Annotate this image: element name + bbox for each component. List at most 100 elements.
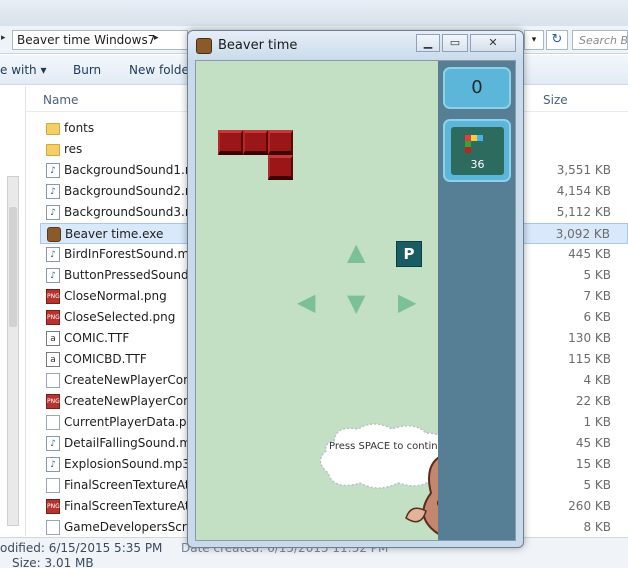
new-folder-button[interactable]: New folder — [129, 63, 194, 77]
file-size: 5 KB — [583, 478, 611, 492]
file-size: 8 KB — [583, 520, 611, 534]
pause-label: P — [403, 245, 415, 263]
folder-icon — [46, 144, 60, 156]
audio-file-icon: ♪ — [46, 247, 60, 262]
address-dropdown-button[interactable]: ▾ — [524, 30, 544, 50]
file-size: 3,092 KB — [555, 227, 610, 241]
file-name: FinalScreenTextureAtlas — [64, 478, 207, 492]
file-name: Beaver time.exe — [65, 227, 164, 241]
chevron-right-icon[interactable]: ▸ — [1, 33, 6, 43]
search-input[interactable]: Search Bi — [572, 30, 628, 50]
file-size: 445 KB — [568, 247, 611, 261]
doc-file-icon — [46, 478, 60, 493]
file-name: CreateNewPlayerContro — [64, 394, 208, 408]
file-size: 3,551 KB — [556, 163, 611, 177]
file-name: fonts — [64, 121, 95, 135]
preview-block — [477, 135, 483, 141]
file-size: 260 KB — [568, 499, 611, 513]
file-name: CloseNormal.png — [64, 289, 167, 303]
file-name: CurrentPlayerData.plist — [64, 415, 205, 429]
file-name: CloseSelected.png — [64, 310, 176, 324]
piece-block — [218, 130, 243, 155]
next-piece-box: 36 — [443, 119, 511, 182]
game-window-titlebar[interactable]: Beaver time ▁ ▭ ✕ — [188, 31, 523, 59]
maximize-icon: ▭ — [449, 36, 461, 49]
column-header-size[interactable]: Size — [543, 93, 568, 107]
file-size: 115 KB — [568, 352, 611, 366]
score-display: 0 — [443, 67, 511, 109]
file-size: 1 KB — [583, 415, 611, 429]
audio-file-icon: ♪ — [46, 457, 60, 472]
nav-scrollbar[interactable] — [7, 176, 19, 526]
audio-file-icon: ♪ — [46, 268, 60, 283]
close-icon: ✕ — [488, 36, 498, 49]
game-window-title: Beaver time — [218, 38, 298, 53]
arrow-left-icon[interactable]: ◀ — [297, 290, 315, 314]
piece-block — [268, 130, 293, 155]
file-size: 5,112 KB — [556, 205, 611, 219]
file-name: BackgroundSound2.mp — [64, 184, 205, 198]
breadcrumb-chevron-icon[interactable]: ▸ — [154, 33, 159, 43]
doc-file-icon — [46, 415, 60, 430]
game-canvas[interactable]: ▲ ◀ ▼ ▶ P Press SPACE to continue 0 36 — [195, 60, 516, 541]
maximize-button[interactable]: ▭ — [442, 34, 468, 52]
side-panel: 0 36 — [438, 61, 515, 540]
minimize-button[interactable]: ▁ — [416, 34, 440, 52]
file-name: BackgroundSound3.mp — [64, 205, 205, 219]
font-file-icon: a — [46, 352, 60, 367]
exe-file-icon — [47, 227, 61, 242]
file-name: BirdInForestSound.mp3 — [64, 247, 205, 261]
arrow-up-icon[interactable]: ▲ — [347, 240, 365, 264]
arrow-right-icon[interactable]: ▶ — [398, 290, 416, 314]
next-piece-preview: 36 — [451, 127, 504, 175]
address-path: Beaver time Windows7 — [17, 33, 156, 47]
date-modified-text: odified: 6/15/2015 5:35 PM — [0, 541, 163, 555]
file-name: COMICBD.TTF — [64, 352, 147, 366]
minimize-icon: ▁ — [423, 36, 433, 49]
font-file-icon: a — [46, 331, 60, 346]
playfield[interactable]: ▲ ◀ ▼ ▶ P Press SPACE to continue — [196, 61, 515, 540]
beaver-app-icon — [196, 38, 212, 54]
column-header-name[interactable]: Name — [43, 93, 78, 107]
file-size: 5 KB — [583, 268, 611, 282]
burn-button[interactable]: Burn — [73, 63, 101, 77]
pause-button[interactable]: P — [396, 241, 422, 267]
refresh-button[interactable]: ↻ — [546, 30, 568, 50]
audio-file-icon: ♪ — [46, 163, 60, 178]
file-size: 15 KB — [575, 457, 611, 471]
file-name: BackgroundSound1.mp — [64, 163, 205, 177]
file-size: 7 KB — [583, 289, 611, 303]
arrow-down-icon[interactable]: ▼ — [347, 291, 365, 315]
game-window: Beaver time ▁ ▭ ✕ ▲ ◀ ▼ ▶ P Press SPACE … — [187, 30, 524, 548]
address-field[interactable]: Beaver time Windows7 — [12, 30, 188, 50]
file-size: 22 KB — [575, 394, 611, 408]
png-file-icon: PNG — [46, 499, 60, 514]
refresh-icon: ↻ — [551, 32, 563, 47]
preview-block — [465, 147, 471, 153]
file-size: 130 KB — [568, 331, 611, 345]
nav-scroll-thumb[interactable] — [9, 207, 17, 327]
audio-file-icon: ♪ — [46, 205, 60, 220]
file-name: CreateNewPlayerContro — [64, 373, 208, 387]
file-size: 4,154 KB — [556, 184, 611, 198]
navigation-pane — [0, 86, 26, 536]
doc-file-icon — [46, 373, 60, 388]
doc-file-icon — [46, 520, 60, 535]
audio-file-icon: ♪ — [46, 184, 60, 199]
size-text: Size: 3.01 MB — [12, 556, 94, 568]
file-name: FinalScreenTextureAtlas — [64, 499, 207, 513]
audio-file-icon: ♪ — [46, 436, 60, 451]
next-piece-count: 36 — [470, 158, 485, 171]
piece-block — [243, 130, 268, 155]
file-name: DetailFallingSound.mp3 — [64, 436, 207, 450]
folder-icon — [46, 123, 60, 135]
file-size: 6 KB — [583, 310, 611, 324]
file-name: ExplosionSound.mp3 — [64, 457, 191, 471]
piece-block — [268, 155, 293, 180]
file-size: 4 KB — [583, 373, 611, 387]
png-file-icon: PNG — [46, 310, 60, 325]
share-with-button[interactable]: e with ▾ — [0, 63, 47, 77]
png-file-icon: PNG — [46, 289, 60, 304]
file-size: 45 KB — [575, 436, 611, 450]
close-button[interactable]: ✕ — [470, 34, 516, 52]
